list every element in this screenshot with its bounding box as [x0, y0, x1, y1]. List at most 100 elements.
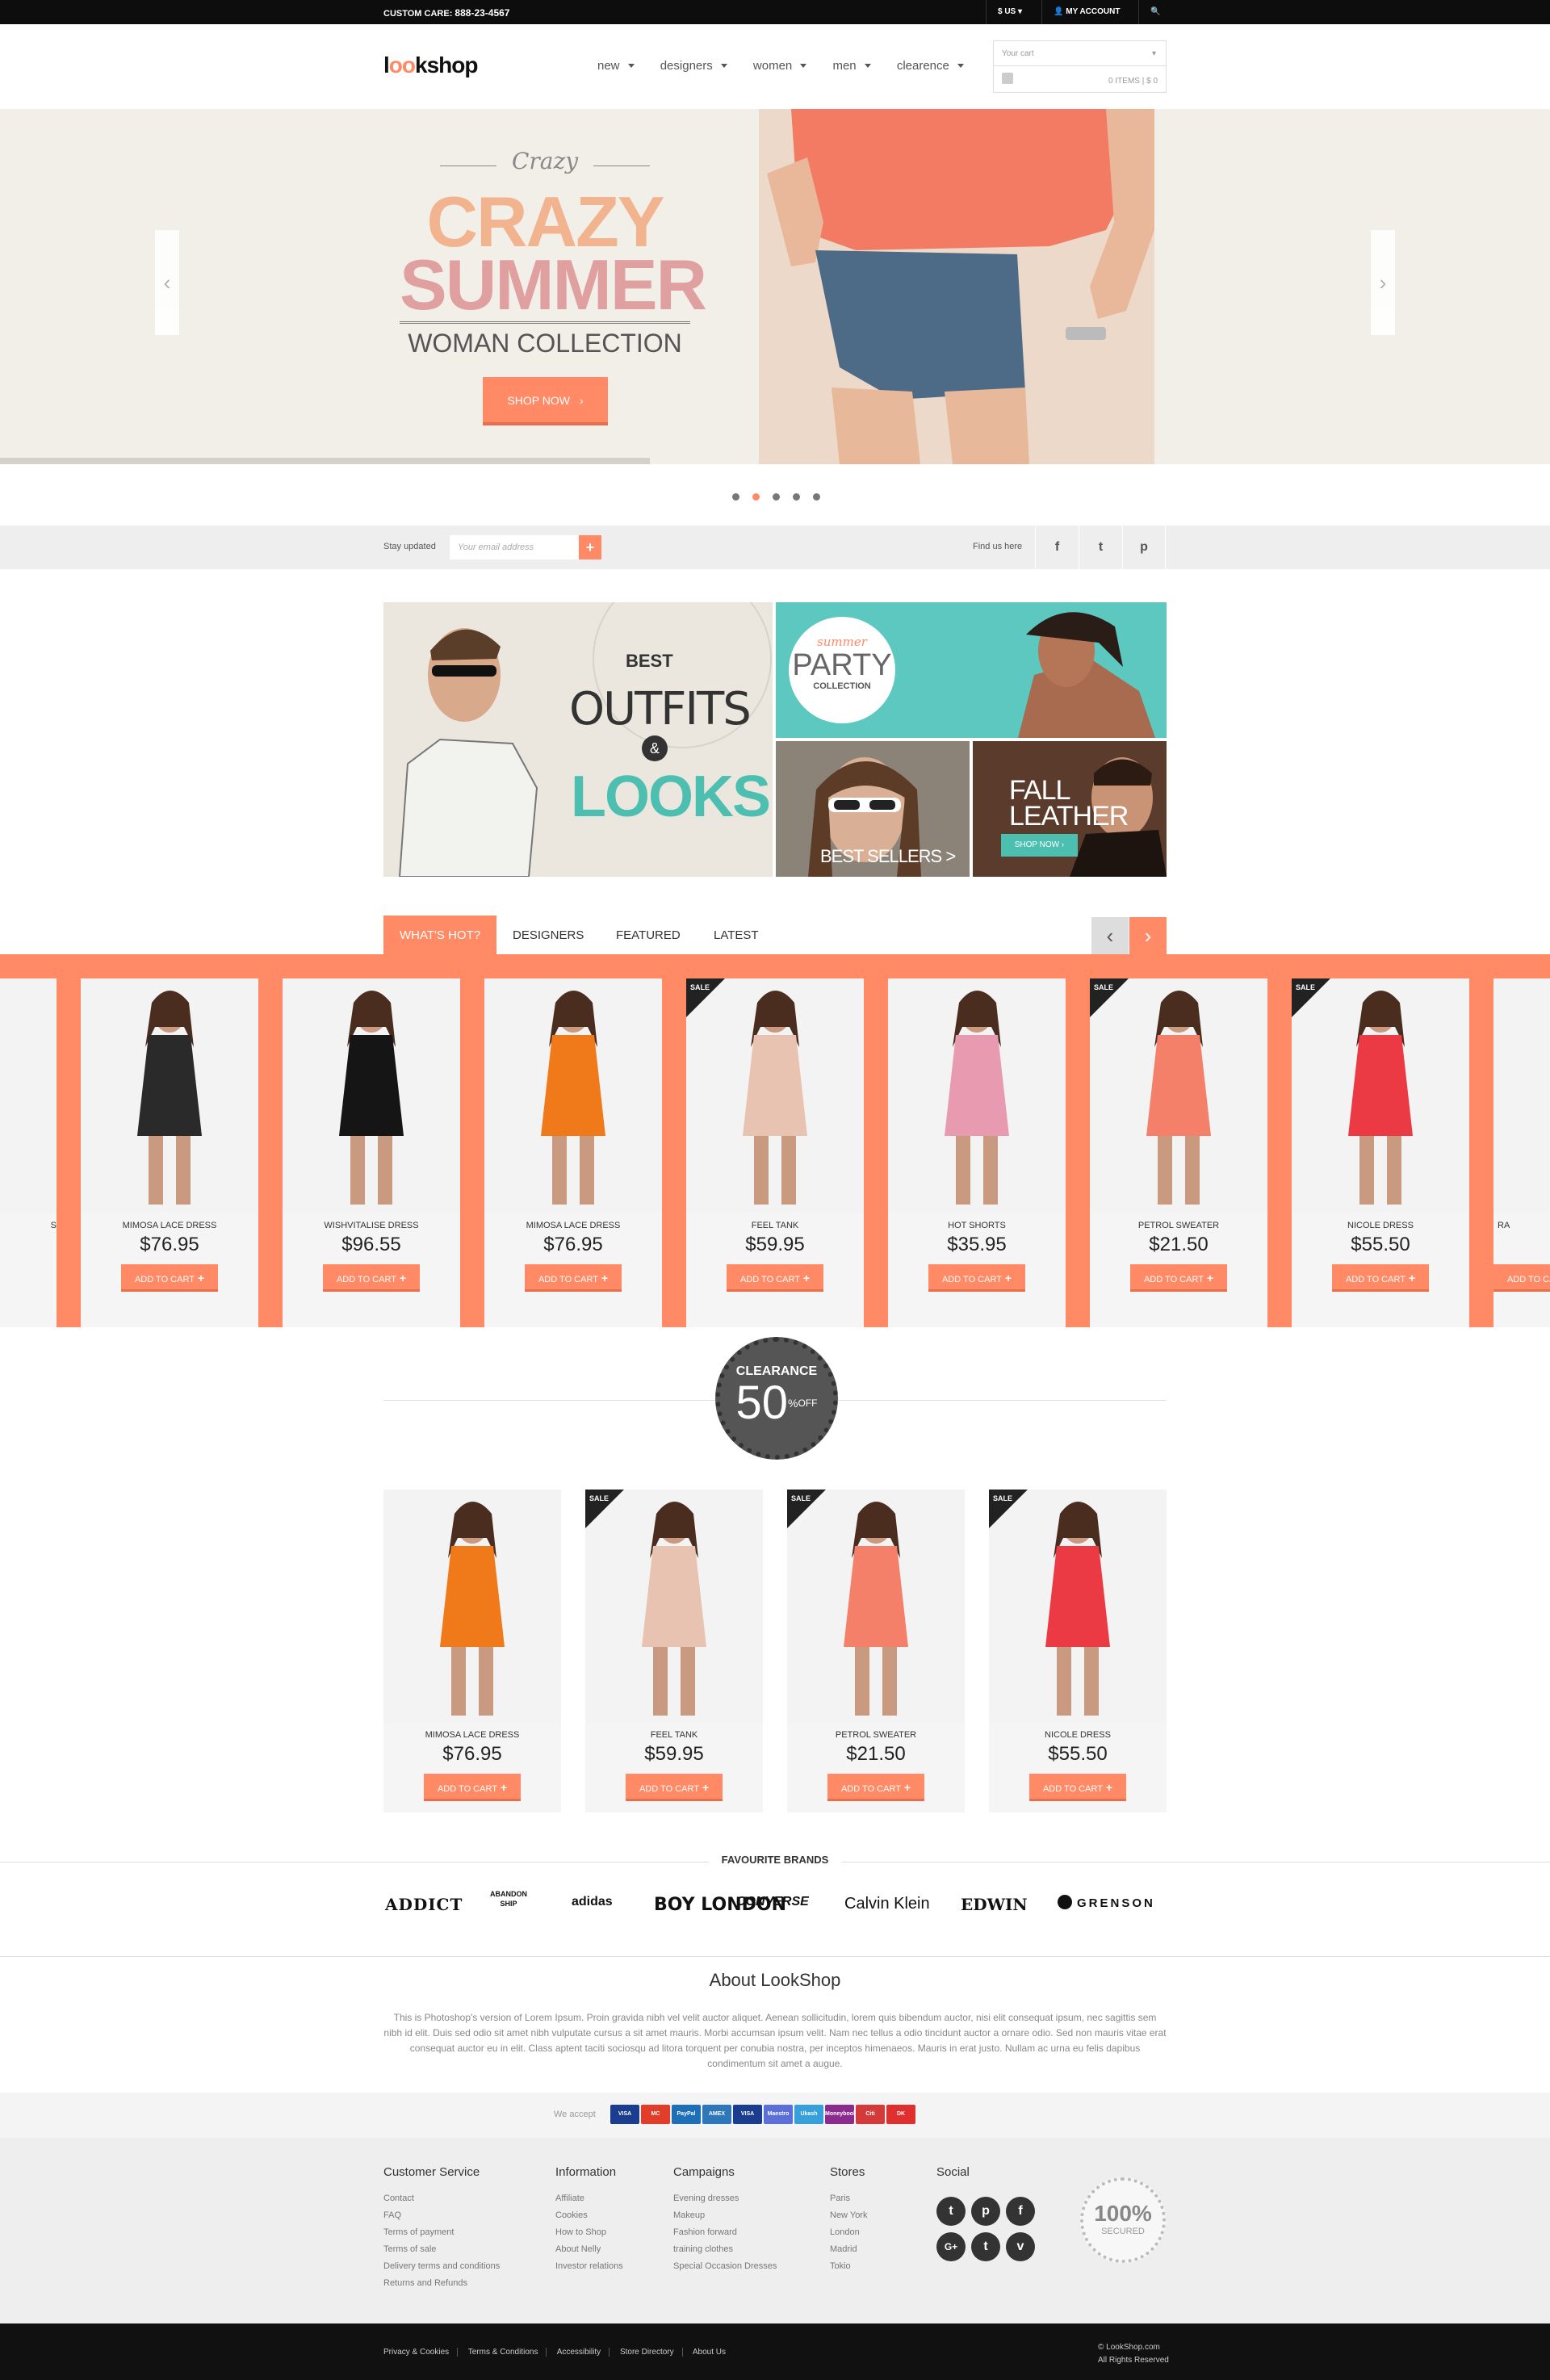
product-image[interactable]: [283, 978, 460, 1213]
footer-link[interactable]: London: [830, 2224, 867, 2241]
footer-link[interactable]: Fashion forward: [673, 2224, 777, 2241]
promo-best-sellers[interactable]: BEST SELLERS >: [776, 741, 970, 877]
clearance-card[interactable]: SALE NICOLE DRESS $55.50 ADD TO CART +: [989, 1490, 1167, 1812]
footer-link[interactable]: training clothes: [673, 2241, 777, 2258]
twitter-icon[interactable]: t: [1079, 526, 1122, 569]
link-about-us[interactable]: About Us: [693, 2348, 734, 2357]
currency-selector[interactable]: $ US ▾: [986, 0, 1033, 24]
footer-link[interactable]: Tokio: [830, 2258, 867, 2275]
product-name[interactable]: PETROL SWEATER: [1090, 1221, 1267, 1230]
leather-shop-now-button[interactable]: SHOP NOW ›: [1001, 834, 1078, 857]
hero-shop-now-button[interactable]: SHOP NOW ›: [483, 377, 608, 425]
footer-link[interactable]: Special Occasion Dresses: [673, 2258, 777, 2275]
my-account-link[interactable]: 👤 MY ACCOUNT: [1041, 0, 1131, 24]
footer-link[interactable]: Evening dresses: [673, 2190, 777, 2207]
slider-dot[interactable]: [813, 493, 820, 501]
link-privacy[interactable]: Privacy & Cookies: [383, 2348, 459, 2357]
clearance-card[interactable]: MIMOSA LACE DRESS $76.95 ADD TO CART +: [383, 1490, 561, 1812]
slider-dot-active[interactable]: [752, 493, 760, 501]
clearance-card[interactable]: SALE PETROL SWEATER $21.50 ADD TO CART +: [787, 1490, 965, 1812]
footer-link[interactable]: Makeup: [673, 2207, 777, 2224]
tab-designers[interactable]: DESIGNERS: [496, 916, 600, 956]
product-card[interactable]: SALE PETROL SWEATER $21.50 ADD TO CART +: [1090, 978, 1267, 1327]
hero-prev-button[interactable]: ‹: [155, 230, 179, 335]
product-card[interactable]: SADD TO CART +: [0, 978, 57, 1327]
product-card[interactable]: WISHVITALISE DRESS $96.55 ADD TO CART +: [283, 978, 460, 1327]
add-to-cart-button[interactable]: ADD TO CART +: [1332, 1264, 1429, 1292]
add-to-cart-button[interactable]: ADD TO CART +: [121, 1264, 218, 1292]
add-to-cart-button[interactable]: ADD TO CART +: [1029, 1774, 1126, 1801]
carousel-prev-button[interactable]: ‹: [1091, 917, 1129, 954]
twitter-icon[interactable]: t: [936, 2197, 966, 2226]
product-name[interactable]: RA: [1493, 1221, 1550, 1230]
tab-featured[interactable]: FEATURED: [600, 916, 697, 956]
add-to-cart-button[interactable]: ADD TO CART +: [323, 1264, 420, 1292]
brand-addict[interactable]: ADDICT: [385, 1895, 463, 1914]
email-input[interactable]: Your email address: [450, 535, 579, 559]
product-image[interactable]: [81, 978, 258, 1213]
footer-link[interactable]: About Nelly: [555, 2241, 623, 2258]
nav-item-designers[interactable]: designers: [660, 59, 727, 73]
clearance-card[interactable]: SALE FEEL TANK $59.95 ADD TO CART +: [585, 1490, 763, 1812]
product-name[interactable]: MIMOSA LACE DRESS: [484, 1221, 662, 1230]
add-to-cart-button[interactable]: ADD TO CART +: [928, 1264, 1025, 1292]
product-name[interactable]: HOT SHORTS: [888, 1221, 1066, 1230]
footer-link[interactable]: Terms of sale: [383, 2241, 500, 2258]
nav-item-men[interactable]: men: [832, 59, 870, 73]
cart-widget[interactable]: Your cart ▾ 0 ITEMS | $ 0: [993, 40, 1167, 93]
pinterest-icon[interactable]: p: [971, 2197, 1000, 2226]
footer-link[interactable]: Contact: [383, 2190, 500, 2207]
product-name[interactable]: MIMOSA LACE DRESS: [383, 1730, 561, 1740]
add-to-cart-button[interactable]: ADD TO CART +: [827, 1774, 924, 1801]
add-to-cart-button[interactable]: ADD TO CART +: [727, 1264, 823, 1292]
tab-whats-hot[interactable]: WHAT'S HOT?: [383, 916, 497, 956]
promo-summer-party[interactable]: summer PARTY COLLECTION: [776, 602, 1167, 738]
product-image[interactable]: [484, 978, 662, 1213]
brand-adidas[interactable]: adidas: [572, 1895, 613, 1909]
product-name[interactable]: FEEL TANK: [686, 1221, 864, 1230]
facebook-icon[interactable]: f: [1035, 526, 1079, 569]
footer-link[interactable]: Affiliate: [555, 2190, 623, 2207]
product-name[interactable]: MIMOSA LACE DRESS: [81, 1221, 258, 1230]
slider-dot[interactable]: [793, 493, 800, 501]
brand-grenson[interactable]: GRENSON: [1058, 1895, 1155, 1910]
brand-calvin-klein[interactable]: Calvin Klein: [844, 1895, 930, 1913]
tab-latest[interactable]: LATEST: [698, 916, 775, 956]
brand-converse[interactable]: CONVERSE: [736, 1895, 809, 1909]
nav-item-women[interactable]: women: [753, 59, 806, 73]
google-plus-icon[interactable]: G+: [936, 2232, 966, 2261]
facebook-icon[interactable]: f: [1006, 2197, 1035, 2226]
link-accessibility[interactable]: Accessibility: [556, 2348, 610, 2357]
add-to-cart-button[interactable]: ADD TO CART +: [424, 1774, 521, 1801]
product-image[interactable]: [888, 978, 1066, 1213]
pinterest-icon[interactable]: p: [1122, 526, 1166, 569]
brand-edwin[interactable]: EDWIN: [961, 1895, 1028, 1914]
footer-link[interactable]: Terms of payment: [383, 2224, 500, 2241]
footer-link[interactable]: Investor relations: [555, 2258, 623, 2275]
footer-link[interactable]: Returns and Refunds: [383, 2275, 500, 2292]
product-card[interactable]: MIMOSA LACE DRESS $76.95 ADD TO CART +: [484, 978, 662, 1327]
nav-item-clearence[interactable]: clearence: [897, 59, 964, 73]
newsletter-submit-button[interactable]: +: [579, 535, 601, 559]
link-store-directory[interactable]: Store Directory: [619, 2348, 683, 2357]
product-card[interactable]: SALE NICOLE DRESS $55.50 ADD TO CART +: [1292, 978, 1469, 1327]
add-to-cart-button[interactable]: ADD TO CART +: [1493, 1264, 1550, 1292]
product-card[interactable]: MIMOSA LACE DRESS $76.95 ADD TO CART +: [81, 978, 258, 1327]
add-to-cart-button[interactable]: ADD TO CART +: [1130, 1264, 1227, 1292]
brand-abandon-ship[interactable]: ABANDON SHIP: [488, 1889, 529, 1909]
footer-link[interactable]: New York: [830, 2207, 867, 2224]
slider-dot[interactable]: [773, 493, 780, 501]
search-button[interactable]: 🔍: [1138, 0, 1171, 24]
footer-link[interactable]: Delivery terms and conditions: [383, 2258, 500, 2275]
footer-link[interactable]: FAQ: [383, 2207, 500, 2224]
product-name[interactable]: S: [0, 1221, 57, 1230]
vimeo-icon[interactable]: v: [1006, 2232, 1035, 2261]
product-name[interactable]: FEEL TANK: [585, 1730, 763, 1740]
product-card[interactable]: RA ADD TO CART +: [1493, 978, 1550, 1327]
add-to-cart-button[interactable]: ADD TO CART +: [626, 1774, 723, 1801]
footer-link[interactable]: How to Shop: [555, 2224, 623, 2241]
product-name[interactable]: NICOLE DRESS: [1292, 1221, 1469, 1230]
slider-dot[interactable]: [732, 493, 739, 501]
tumblr-icon[interactable]: t: [971, 2232, 1000, 2261]
product-name[interactable]: WISHVITALISE DRESS: [283, 1221, 460, 1230]
